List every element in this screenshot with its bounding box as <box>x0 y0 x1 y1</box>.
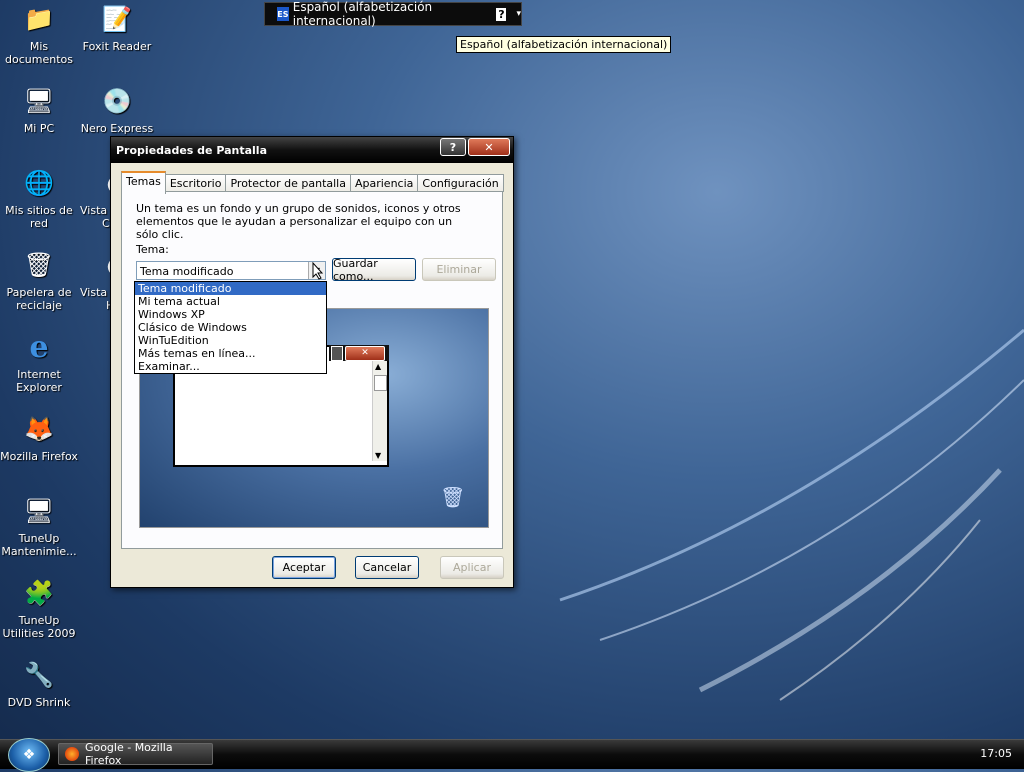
desktop-icon-label: TuneUp Mantenimie... <box>1 532 77 558</box>
themes-description: Un tema es un fondo y un grupo de sonido… <box>136 202 461 241</box>
scroll-up-icon: ▲ <box>375 362 382 371</box>
desktop-icon-label: Nero Express <box>80 122 154 135</box>
desktop-icon-label: H <box>80 299 114 312</box>
tab-escritorio[interactable]: Escritorio <box>164 174 227 192</box>
theme-select-value: Tema modificado <box>140 265 234 278</box>
desktop-icon-label: Papelera de reciclaje <box>6 286 72 312</box>
tab-strip: Temas Escritorio Protector de pantalla A… <box>121 171 504 194</box>
theme-option[interactable]: Examinar... <box>135 360 326 373</box>
computer-icon: 🖥 <box>23 86 55 115</box>
folder-icon: 📁 <box>24 4 54 33</box>
language-tooltip: Español (alfabetización internacional) <box>456 36 672 53</box>
ok-button[interactable]: Aceptar <box>272 556 336 579</box>
start-button[interactable]: ❖ <box>8 738 50 772</box>
windows-logo-icon: ❖ <box>22 747 36 763</box>
close-icon: ✕ <box>345 346 385 361</box>
dialog-titlebar[interactable]: Propiedades de Pantalla ? ✕ <box>111 137 513 163</box>
foxit-reader-icon: 📝 <box>102 4 132 33</box>
desktop-icon-label: Mi PC <box>23 122 55 135</box>
firefox-icon <box>65 747 79 761</box>
desktop-icon-tuneup-mantenimiento[interactable]: 🖥 TuneUp Mantenimie... <box>0 494 78 559</box>
desktop-icon-label: Vista I <box>80 204 114 217</box>
desktop-icon-nero-express[interactable]: 💿 Nero Express <box>78 84 156 136</box>
desktop-icon-foxit-reader[interactable]: 📝 Foxit Reader <box>78 2 156 54</box>
desktop-icon-vista-1[interactable]: ● Vista I Co <box>78 166 114 231</box>
scroll-down-icon: ▼ <box>375 451 382 460</box>
language-bar[interactable]: ES Español (alfabetización internacional… <box>264 0 522 28</box>
mouse-cursor-icon <box>312 262 324 280</box>
theme-option[interactable]: Tema modificado <box>135 282 326 295</box>
recycle-bin-icon: 🗑 <box>23 250 55 279</box>
theme-option[interactable]: Clásico de Windows <box>135 321 326 334</box>
theme-option[interactable]: WinTuEdition <box>135 334 326 347</box>
tuneup-icon: 🖥 <box>23 496 55 525</box>
desktop-icon-label: Mis documentos <box>5 40 73 66</box>
network-icon: 🌐 <box>24 168 54 197</box>
desktop-icon-label: DVD Shrink <box>7 696 71 709</box>
tab-temas[interactable]: Temas <box>121 171 166 194</box>
delete-button[interactable]: Eliminar <box>422 258 496 281</box>
theme-option[interactable]: Más temas en línea... <box>135 347 326 360</box>
desktop-icon-label: Mozilla Firefox <box>0 450 78 463</box>
recycle-bin-icon: 🗑 <box>440 485 466 509</box>
help-button[interactable]: ? <box>440 138 466 156</box>
firefox-icon: 🦊 <box>24 414 54 443</box>
desktop-icon-tuneup-utilities[interactable]: 🧩 TuneUp Utilities 2009 <box>0 576 78 641</box>
desktop-icon-dvd-shrink[interactable]: 🔧 DVD Shrink <box>0 658 78 710</box>
language-label[interactable]: Español (alfabetización internacional) <box>293 0 483 28</box>
internet-explorer-icon: e <box>29 329 49 365</box>
minimize-icon <box>331 346 343 361</box>
desktop-icon-label: Foxit Reader <box>82 40 152 53</box>
tab-protector-de-pantalla[interactable]: Protector de pantalla <box>225 174 351 192</box>
chevron-down-icon[interactable]: ▾ <box>516 9 521 19</box>
language-code-icon[interactable]: ES <box>277 7 289 21</box>
cancel-button[interactable]: Cancelar <box>355 556 419 579</box>
desktop-icon-vista-2[interactable]: ● Vista I H <box>78 248 114 313</box>
theme-dropdown-list: Tema modificado Mi tema actual Windows X… <box>134 281 327 374</box>
theme-option[interactable]: Mi tema actual <box>135 295 326 308</box>
theme-option[interactable]: Windows XP <box>135 308 326 321</box>
desktop-icon-label: Vista I <box>80 286 114 299</box>
clock: 17:05 <box>980 747 1012 760</box>
close-button[interactable]: ✕ <box>468 138 510 156</box>
tab-configuracion[interactable]: Configuración <box>417 174 504 192</box>
scroll-thumb <box>374 375 387 391</box>
preview-window-text: Texto de la ventana <box>177 361 373 461</box>
tuneup-utilities-icon: 🧩 <box>24 578 54 607</box>
desktop-icon-label: Co <box>102 217 114 230</box>
help-icon[interactable]: ? <box>496 7 507 21</box>
desktop-icon-mi-pc[interactable]: 🖥 Mi PC <box>0 84 78 136</box>
desktop-icon-label: TuneUp Utilities 2009 <box>2 614 76 640</box>
desktop-icon-internet-explorer[interactable]: e Internet Explorer <box>0 330 78 394</box>
apply-button[interactable]: Aplicar <box>440 556 504 579</box>
save-as-button[interactable]: Guardar como... <box>332 257 416 283</box>
theme-select[interactable]: Tema modificado ▼ <box>136 261 326 280</box>
tab-apariencia[interactable]: Apariencia <box>349 174 419 192</box>
taskbar: ❖ Google - Mozilla Firefox 17:05 <box>0 738 1024 772</box>
taskbar-item-label: Google - Mozilla Firefox <box>84 741 173 767</box>
dvd-shrink-icon: 🔧 <box>24 660 54 689</box>
desktop-icon-mis-documentos[interactable]: 📁 Mis documentos <box>0 2 78 67</box>
desktop-icon-label: Mis sitios de red <box>5 204 73 230</box>
taskbar-item-firefox[interactable]: Google - Mozilla Firefox <box>58 741 213 767</box>
preview-window-titlebar: ✕ <box>329 345 389 361</box>
theme-label: Tema: <box>136 243 169 256</box>
desktop-icon-mozilla-firefox[interactable]: 🦊 Mozilla Firefox <box>0 412 78 464</box>
desktop-icon-mis-sitios-de-red[interactable]: 🌐 Mis sitios de red <box>0 166 78 231</box>
preview-scrollbar: ▲ ▼ <box>372 361 387 461</box>
desktop-icon-label: Internet Explorer <box>16 368 62 394</box>
dialog-title: Propiedades de Pantalla <box>116 143 267 157</box>
desktop-icon-papelera[interactable]: 🗑 Papelera de reciclaje <box>0 248 78 313</box>
nero-icon: 💿 <box>102 86 132 115</box>
